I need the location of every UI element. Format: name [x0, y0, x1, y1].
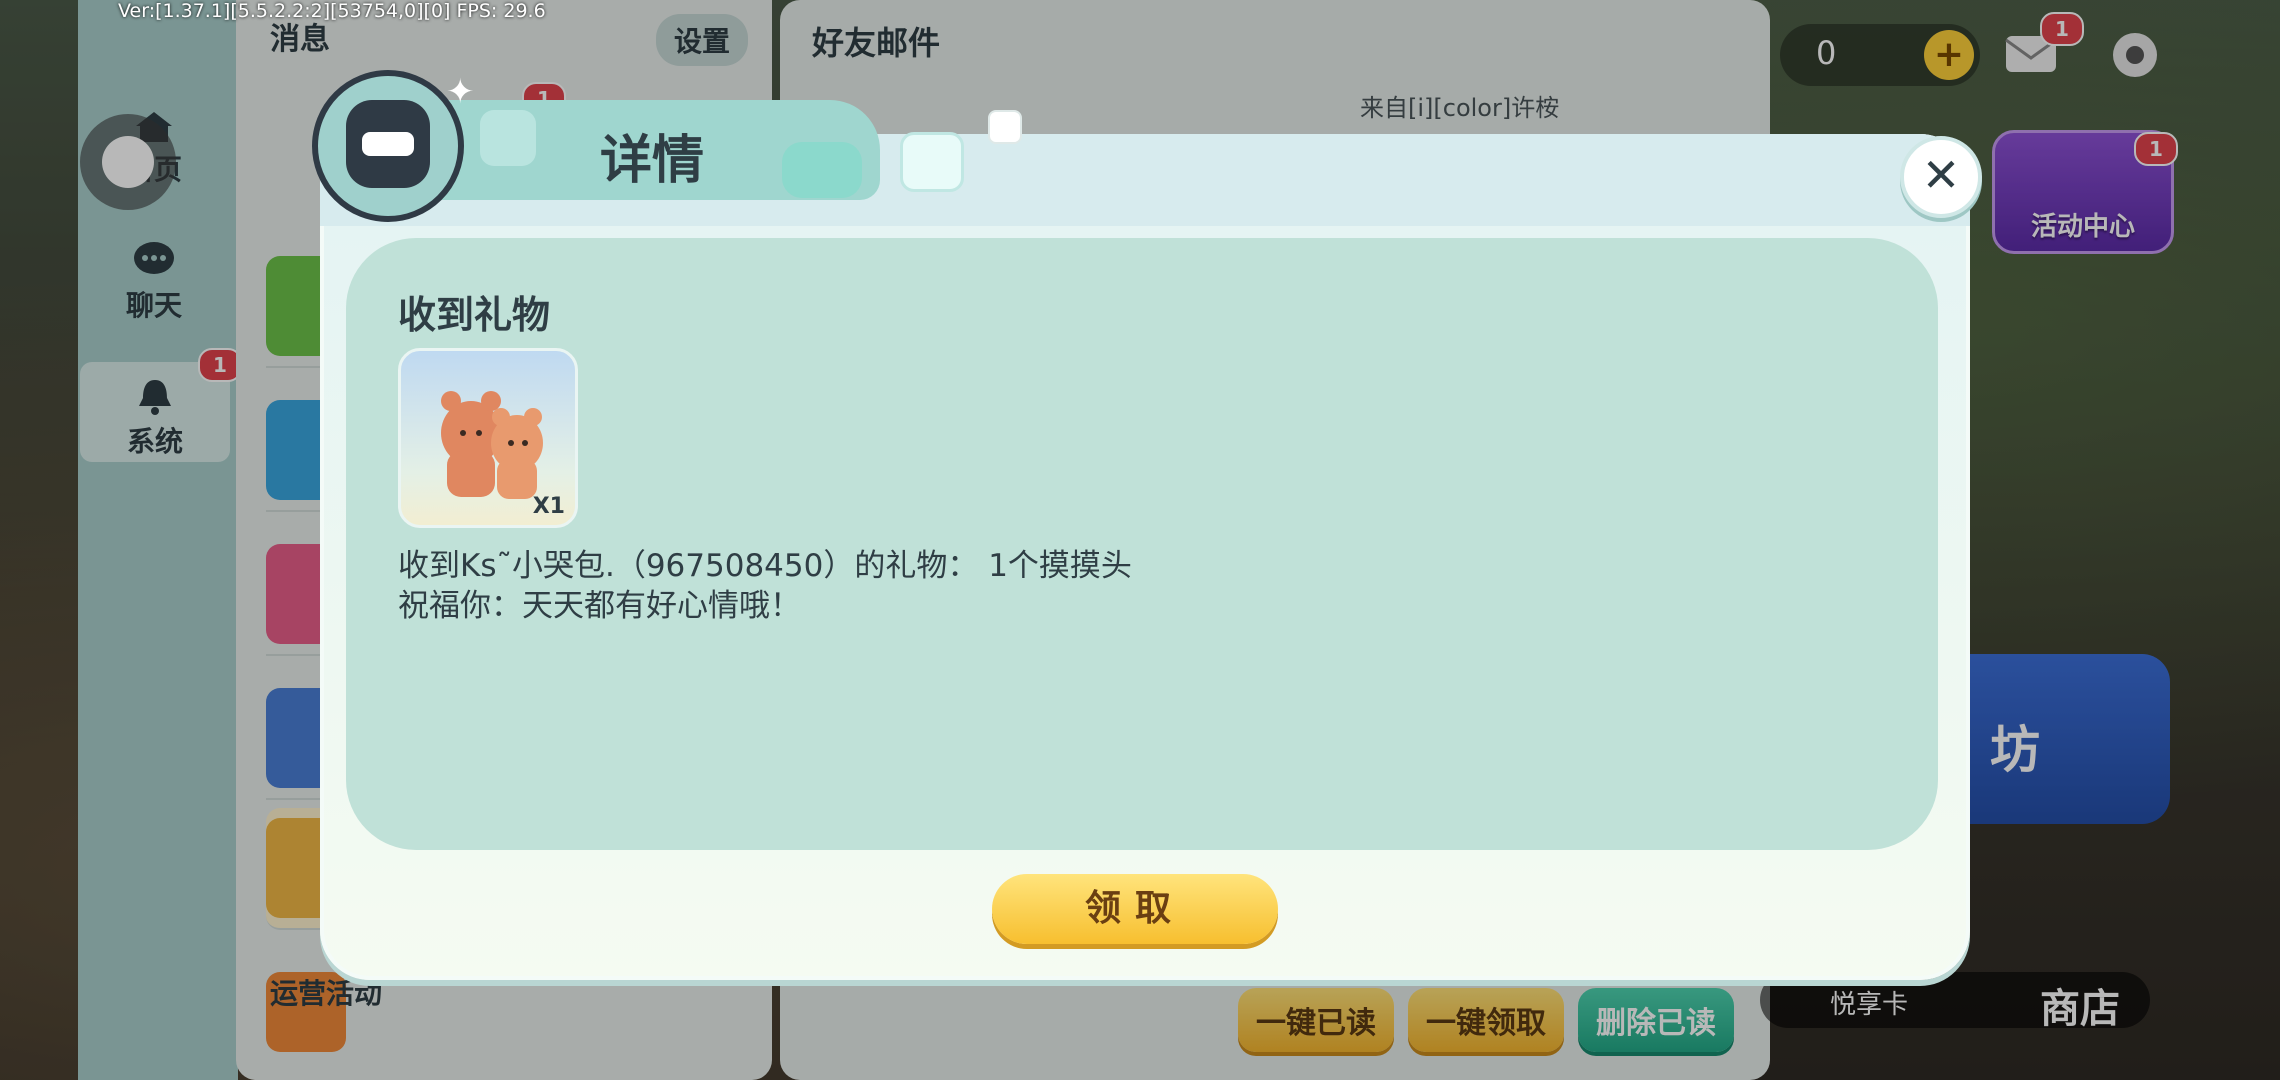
gift-heading: 收到礼物: [398, 293, 551, 337]
mascot-face: [362, 132, 414, 156]
gift-content: 收到礼物 X1 收到Ks˜小哭包.（967508450）的礼物： 1个摸摸头 祝…: [346, 238, 1938, 850]
modal-title: 详情: [600, 131, 705, 191]
gift-quantity: X1: [532, 494, 565, 519]
gift-item[interactable]: X1: [398, 348, 578, 528]
gift-message-line1: 收到Ks˜小哭包.（967508450）的礼物： 1个摸摸头: [398, 548, 1132, 584]
title-decoration: [782, 142, 862, 198]
debug-info: Ver:[1.37.1][5.5.2.2:2][53754,0][0] FPS:…: [118, 0, 546, 22]
gift-message-line2: 祝福你：天天都有好心情哦！: [398, 588, 801, 624]
title-decoration: [480, 110, 536, 166]
sparkle-icon: ✦: [446, 72, 475, 112]
decoration-square: [988, 110, 1022, 144]
decoration-square: [900, 132, 964, 192]
mascot-avatar: [312, 70, 464, 222]
claim-button[interactable]: 领取: [992, 874, 1278, 944]
close-button[interactable]: ✕: [1900, 136, 1982, 218]
